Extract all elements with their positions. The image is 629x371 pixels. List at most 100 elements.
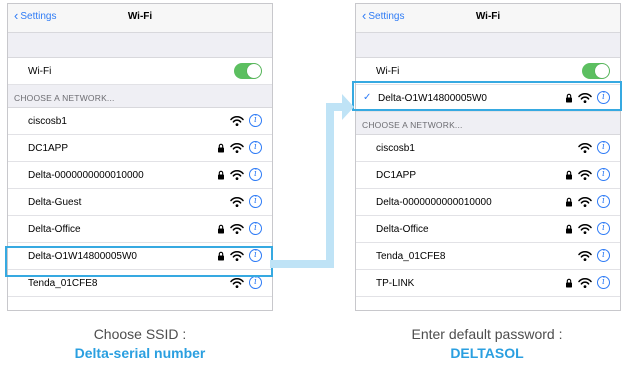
wifi-toggle-row: Wi-Fi xyxy=(356,58,620,85)
wifi-icon xyxy=(230,223,244,235)
info-icon[interactable]: i xyxy=(597,222,610,235)
lock-icon xyxy=(563,169,575,181)
lock-icon xyxy=(563,223,575,235)
info-icon[interactable]: i xyxy=(249,249,262,262)
page-title: Wi-Fi xyxy=(127,11,153,22)
network-icons: i xyxy=(563,91,610,104)
wifi-icon xyxy=(578,196,592,208)
network-row[interactable]: ciscosb1 i xyxy=(356,135,620,162)
wifi-toggle[interactable] xyxy=(234,63,262,79)
navigation-bar: ‹ Settings Wi-Fi xyxy=(8,4,272,33)
wifi-icon xyxy=(230,169,244,181)
network-icons: i xyxy=(215,168,262,181)
network-row[interactable]: Delta-Office i xyxy=(356,216,620,243)
network-name: Tenda_01CFE8 xyxy=(28,278,98,289)
network-name: Delta-O1W14800005W0 xyxy=(378,93,487,104)
wifi-icon xyxy=(230,115,244,127)
network-row[interactable]: ciscosb1 i xyxy=(8,108,272,135)
network-name: Delta-O1W14800005W0 xyxy=(28,251,137,262)
lock-icon xyxy=(563,277,575,289)
info-icon[interactable]: i xyxy=(249,114,262,127)
connected-network-row[interactable]: ✓ Delta-O1W14800005W0 i xyxy=(356,85,620,112)
caption-value: DELTASOL xyxy=(450,345,524,361)
section-header: CHOOSE A NETWORK... xyxy=(8,85,272,108)
network-name: DC1APP xyxy=(376,170,417,181)
network-row[interactable]: DC1APP i xyxy=(8,135,272,162)
wifi-icon xyxy=(230,277,244,289)
info-icon[interactable]: i xyxy=(249,168,262,181)
wifi-icon xyxy=(230,142,244,154)
network-row[interactable]: Delta-0000000000010000 i xyxy=(8,162,272,189)
caption-instruction: Choose SSID : xyxy=(93,326,187,342)
network-name: Delta-0000000000010000 xyxy=(28,170,144,181)
network-icons: i xyxy=(578,141,610,154)
info-icon[interactable]: i xyxy=(597,91,610,104)
wifi-toggle[interactable] xyxy=(582,63,610,79)
info-icon[interactable]: i xyxy=(249,276,262,289)
network-row[interactable]: Tenda_01CFE8 i xyxy=(356,243,620,270)
network-icons: i xyxy=(215,222,262,235)
spacer-band xyxy=(356,33,620,58)
network-icons: i xyxy=(563,195,610,208)
network-icons: i xyxy=(563,276,610,289)
info-icon[interactable]: i xyxy=(597,168,610,181)
network-icons: i xyxy=(230,276,262,289)
section-header-label: CHOOSE A NETWORK... xyxy=(362,120,463,130)
info-icon[interactable]: i xyxy=(597,195,610,208)
network-icons: i xyxy=(230,114,262,127)
lock-icon xyxy=(215,250,227,262)
network-icons: i xyxy=(563,168,610,181)
network-icons: i xyxy=(563,222,610,235)
network-icons: i xyxy=(230,195,262,208)
lock-icon xyxy=(215,223,227,235)
section-header: CHOOSE A NETWORK... xyxy=(356,112,620,135)
info-icon[interactable]: i xyxy=(597,249,610,262)
network-name: ciscosb1 xyxy=(376,143,415,154)
wifi-icon xyxy=(230,196,244,208)
wifi-icon xyxy=(578,277,592,289)
network-list: ciscosb1 i DC1APP i Delta-0000000000010000 i D… xyxy=(356,135,620,297)
network-name: Delta-Office xyxy=(376,224,429,235)
network-name: ciscosb1 xyxy=(28,116,67,127)
network-icons: i xyxy=(215,249,262,262)
info-icon[interactable]: i xyxy=(249,195,262,208)
network-name: Delta-Office xyxy=(28,224,81,235)
network-name: DC1APP xyxy=(28,143,69,154)
wifi-label: Wi-Fi xyxy=(28,66,52,77)
wifi-icon xyxy=(230,250,244,262)
network-row[interactable]: TP-LINK i xyxy=(356,270,620,297)
info-icon[interactable]: i xyxy=(249,222,262,235)
wifi-label: Wi-Fi xyxy=(376,66,400,77)
network-row[interactable]: Tenda_01CFE8 i xyxy=(8,270,272,297)
network-row[interactable]: DC1APP i xyxy=(356,162,620,189)
page-title: Wi-Fi xyxy=(475,11,501,22)
info-icon[interactable]: i xyxy=(597,141,610,154)
info-icon[interactable]: i xyxy=(249,141,262,154)
network-row[interactable]: Delta-Office i xyxy=(8,216,272,243)
spacer-band xyxy=(8,33,272,58)
info-icon[interactable]: i xyxy=(597,276,610,289)
network-row[interactable]: Delta-Guest i xyxy=(8,189,272,216)
caption-enter-password: Enter default password : DELTASOL xyxy=(357,326,617,361)
caption-choose-ssid: Choose SSID : Delta-serial number xyxy=(10,326,270,361)
checkmark-icon: ✓ xyxy=(363,92,372,103)
wifi-icon xyxy=(578,92,592,104)
wifi-icon xyxy=(578,142,592,154)
wifi-icon xyxy=(578,169,592,181)
caption-instruction: Enter default password : xyxy=(411,326,563,342)
wifi-icon xyxy=(578,223,592,235)
navigation-bar: ‹ Settings Wi-Fi xyxy=(356,4,620,33)
network-row[interactable]: Delta-O1W14800005W0 i xyxy=(8,243,272,270)
caption-value: Delta-serial number xyxy=(74,345,206,361)
network-name: TP-LINK xyxy=(376,278,415,289)
network-name: Delta-0000000000010000 xyxy=(376,197,492,208)
network-row[interactable]: Delta-0000000000010000 i xyxy=(356,189,620,216)
lock-icon xyxy=(215,169,227,181)
network-icons: i xyxy=(215,141,262,154)
network-name: Delta-Guest xyxy=(28,197,82,208)
section-header-label: CHOOSE A NETWORK... xyxy=(14,93,115,103)
network-icons: i xyxy=(578,249,610,262)
network-list: ciscosb1 i DC1APP i Delta-0000000000010000 i D… xyxy=(8,108,272,297)
lock-icon xyxy=(563,196,575,208)
network-name: Tenda_01CFE8 xyxy=(376,251,446,262)
